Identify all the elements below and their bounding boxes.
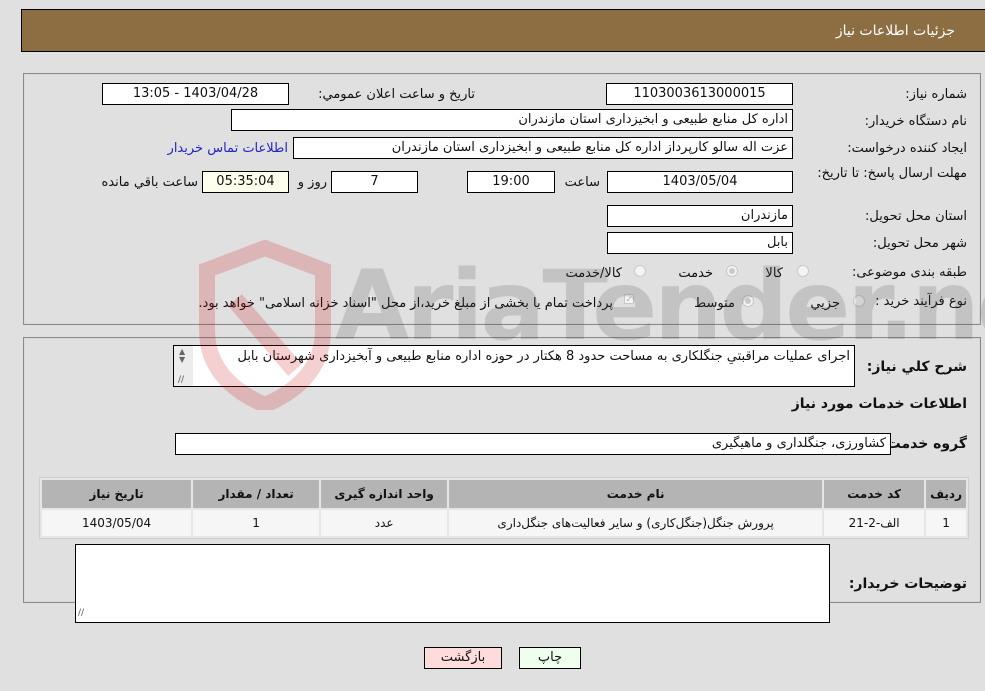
category-goods-label: کالا: [765, 266, 783, 281]
description-label: شرح کلي نياز:: [866, 359, 967, 375]
category-goods-radio[interactable]: [797, 265, 809, 277]
description-textarea[interactable]: ▲ ▼ ∕∕ اجرای عملیات مراقبتیِ جنگلکاری به …: [173, 345, 855, 387]
purchase-process-label: نوع فرآیند خرید :: [875, 294, 967, 309]
buyer-org-label: نام دستگاه خريدار:: [864, 114, 967, 129]
buyer-contact-link[interactable]: اطلاعات تماس خریدار: [168, 141, 288, 156]
treasury-checkbox[interactable]: ✓: [624, 294, 634, 304]
services-section-title: اطلاعات خدمات مورد نياز: [791, 396, 967, 412]
col-service-code: کد خدمت: [824, 480, 925, 508]
back-button[interactable]: بازگشت: [424, 647, 502, 669]
province-field[interactable]: مازندران: [607, 205, 793, 227]
remaining-days-field[interactable]: 7: [331, 171, 418, 193]
cell-row-number: 1: [926, 510, 966, 536]
announce-datetime-label: تاریخ و ساعت اعلان عمومي:: [318, 87, 475, 102]
buyer-notes-label: توضیحات خریدار:: [848, 576, 967, 592]
process-medium-radio[interactable]: [742, 295, 754, 307]
need-number-field[interactable]: 1103003613000015: [606, 83, 793, 105]
category-service-label: خدمت: [678, 266, 713, 281]
resize-grip-icon[interactable]: ∕∕: [178, 372, 184, 386]
category-goods-service-radio[interactable]: [634, 265, 646, 277]
deadline-date-field[interactable]: 1403/05/04: [607, 171, 793, 193]
table-row: 1 الف-2-21 پرورش جنگل(جنگل‌کاری) و سایر …: [42, 510, 966, 536]
need-number-label: شماره نیاز:: [905, 87, 967, 102]
days-label: روز و: [297, 175, 327, 190]
table-header-row: رديف کد خدمت نام خدمت واحد اندازه گیری ت…: [42, 480, 966, 508]
category-goods-service-label: کالا/خدمت: [565, 266, 622, 281]
deadline-time-field[interactable]: 19:00: [467, 171, 555, 193]
city-field[interactable]: بابل: [607, 232, 793, 254]
province-label: استان محل تحویل:: [865, 209, 967, 224]
service-group-label: گروه خدمت:: [881, 436, 967, 452]
col-unit: واحد اندازه گیری: [321, 480, 448, 508]
services-table: رديف کد خدمت نام خدمت واحد اندازه گیری ت…: [39, 477, 969, 539]
deadline-time-label: ساعت: [564, 175, 600, 190]
process-medium-label: متوسط: [694, 296, 735, 311]
service-group-field[interactable]: کشاورزی، جنگلداری و ماهیگیری: [175, 433, 891, 455]
cell-need-date: 1403/05/04: [42, 510, 192, 536]
city-label: شهر محل تحویل:: [872, 236, 967, 251]
print-button[interactable]: چاپ: [519, 647, 581, 669]
deadline-label: مهلت ارسال پاسخ: تا تاریخ:: [817, 166, 967, 181]
col-quantity: تعداد / مقدار: [193, 480, 320, 508]
col-service-name: نام خدمت: [449, 480, 823, 508]
announce-datetime-field[interactable]: 1403/04/28 - 13:05: [102, 83, 289, 105]
scroll-arrows-icon[interactable]: ▲ ▼: [179, 348, 185, 364]
process-minor-radio[interactable]: [853, 295, 865, 307]
cell-service-name: پرورش جنگل(جنگل‌کاری) و سایر فعالیت‌های …: [449, 510, 823, 536]
buyer-notes-textarea[interactable]: ∕∕: [75, 544, 830, 623]
col-need-date: تاريخ نياز: [42, 480, 192, 508]
cell-service-code: الف-2-21: [824, 510, 925, 536]
requester-field[interactable]: عزت اله سالو کارپرداز اداره کل منابع طبی…: [293, 137, 793, 159]
description-scrollbar[interactable]: ▲ ▼ ∕∕: [174, 346, 193, 386]
page-header: جزئیات اطلاعات نیاز: [21, 9, 985, 52]
process-minor-label: جزيي: [810, 296, 840, 311]
page-title: جزئیات اطلاعات نیاز: [835, 23, 955, 39]
col-row-number: رديف: [926, 480, 966, 508]
cell-quantity: 1: [193, 510, 320, 536]
remaining-time-label: ساعت باقي مانده: [101, 175, 198, 190]
requester-label: ایجاد کننده درخواست:: [847, 141, 967, 156]
category-label: طبقه بندی موضوعی:: [851, 265, 967, 280]
description-text: اجرای عملیات مراقبتیِ جنگلکاری به مساحت …: [237, 349, 850, 364]
buyer-org-field[interactable]: اداره کل منابع طبیعی و ابخیزداری استان م…: [231, 109, 793, 131]
remaining-time-field[interactable]: 05:35:04: [202, 171, 289, 193]
treasury-note: پرداخت تمام یا بخشی از مبلغ خرید،از محل …: [198, 296, 613, 311]
category-service-radio[interactable]: [726, 265, 738, 277]
resize-grip-icon[interactable]: ∕∕: [78, 605, 84, 622]
cell-unit: عدد: [321, 510, 448, 536]
